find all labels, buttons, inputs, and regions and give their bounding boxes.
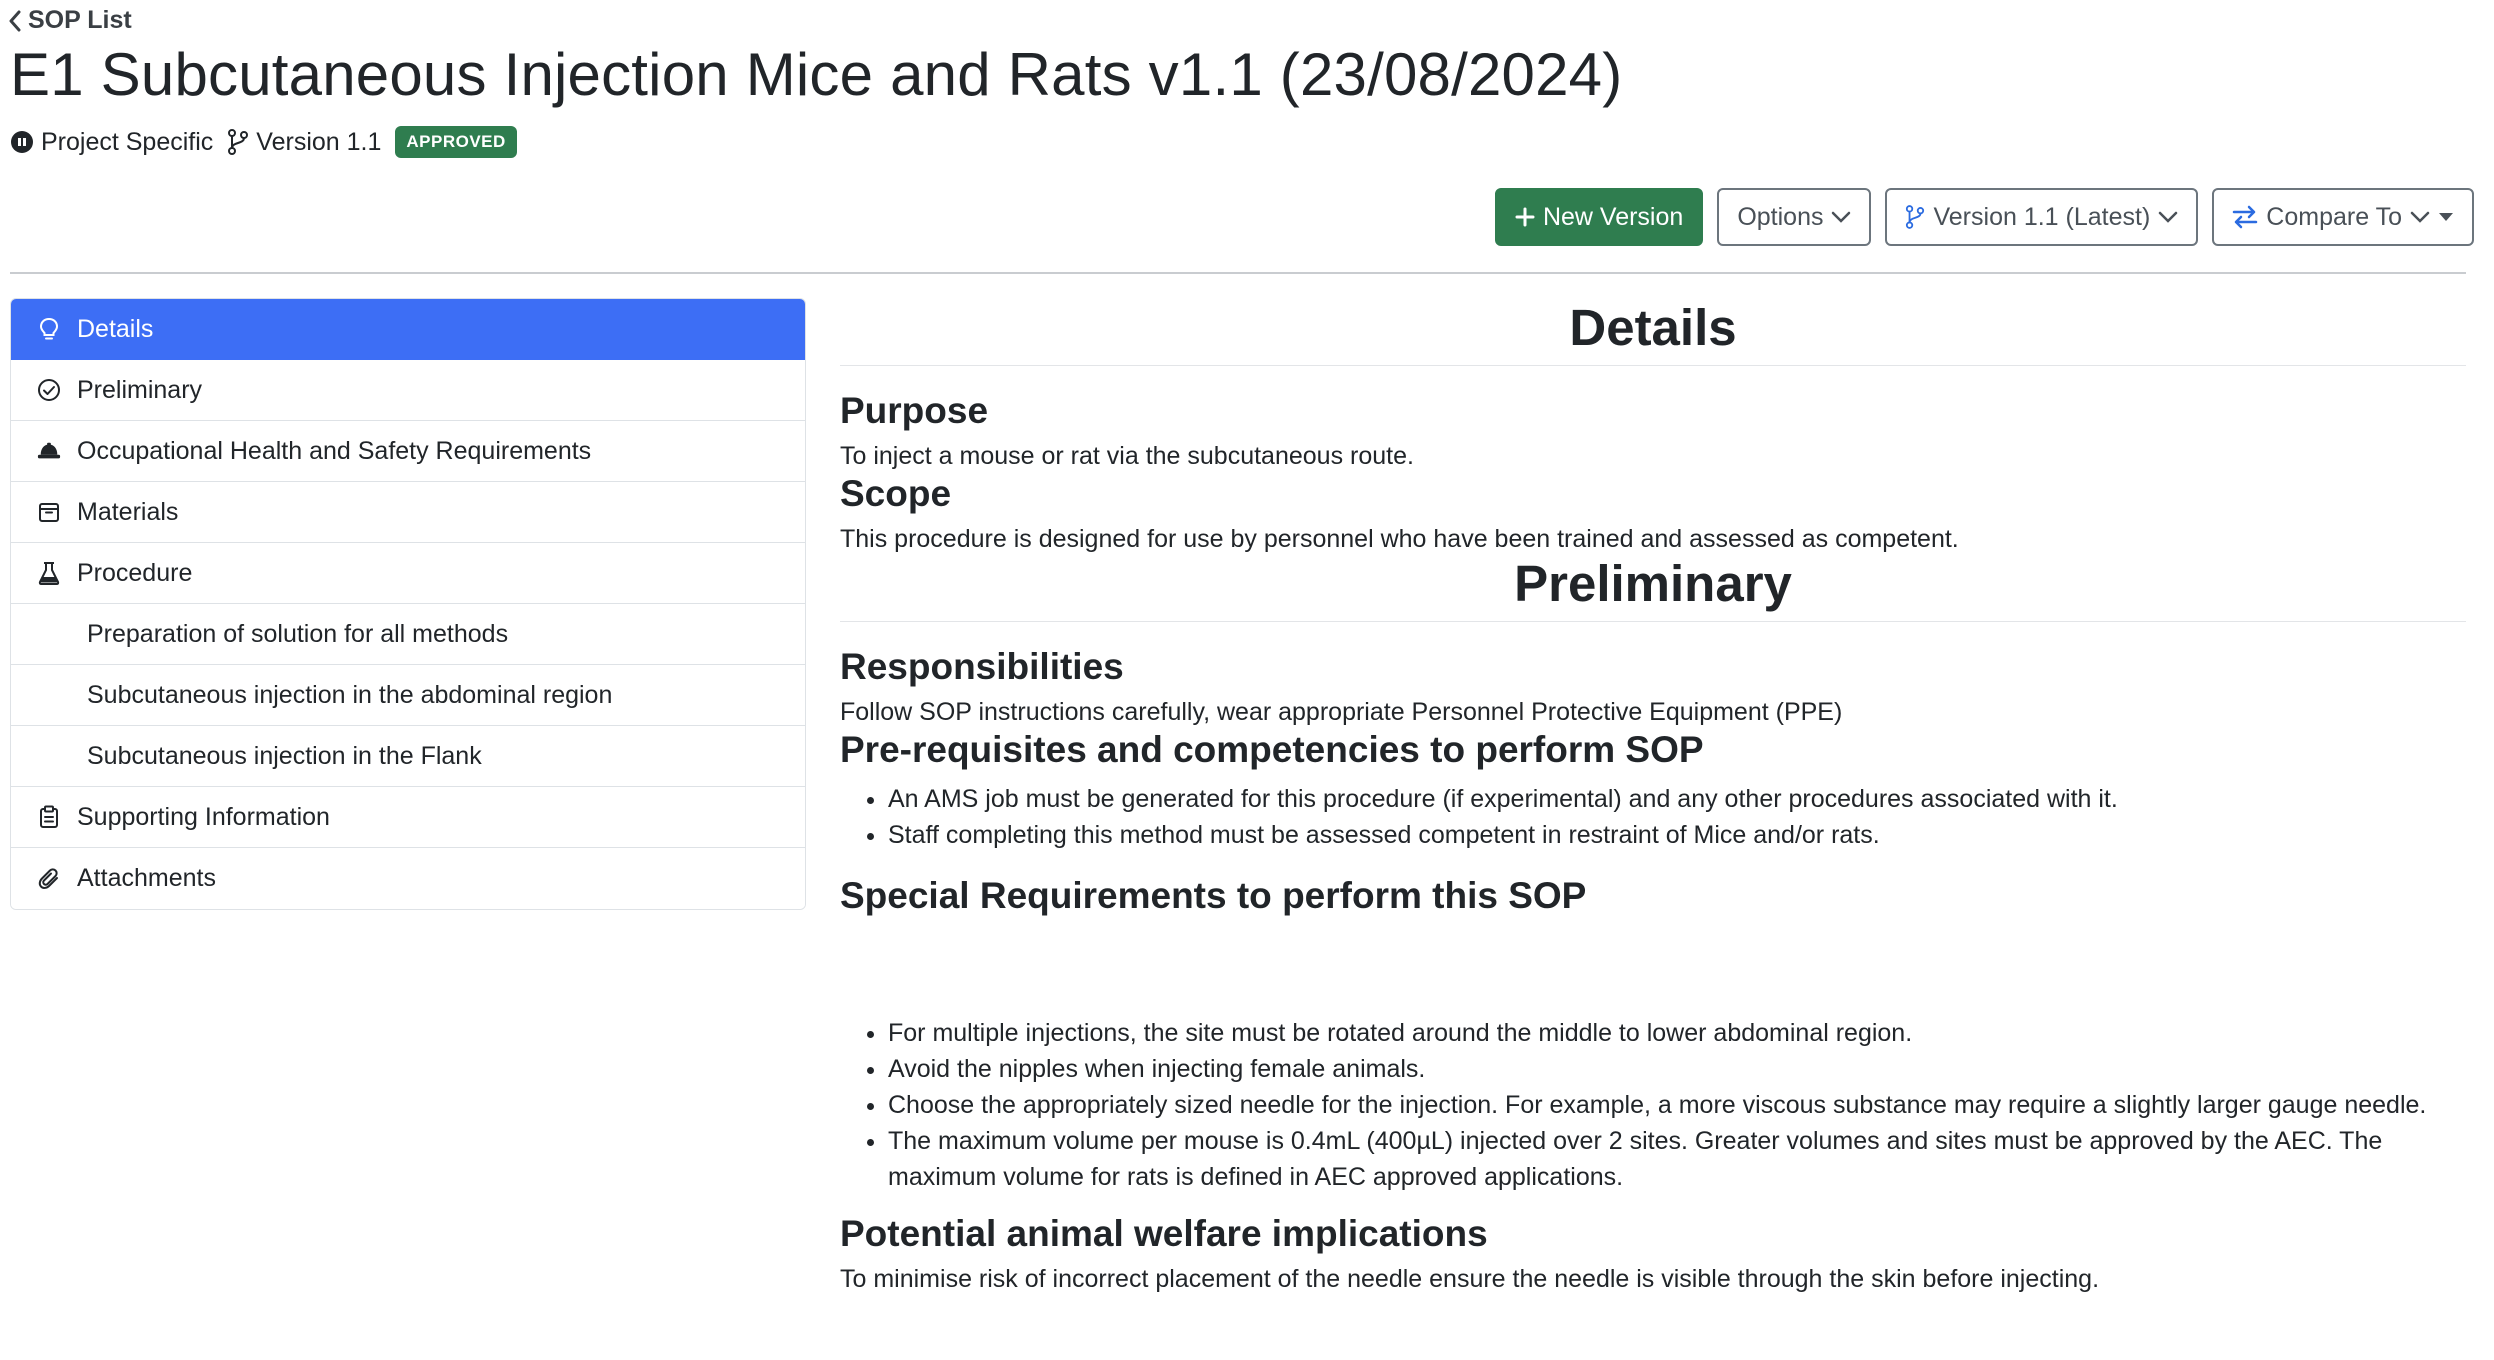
sidebar-item-label: Preparation of solution for all methods bbox=[87, 619, 509, 648]
back-to-sop-list-link[interactable]: SOP List bbox=[8, 6, 132, 35]
caret-down-icon bbox=[2439, 213, 2453, 221]
compare-to-dropdown[interactable]: Compare To bbox=[2212, 188, 2474, 246]
new-version-button[interactable]: New Version bbox=[1494, 188, 1704, 246]
compare-to-label: Compare To bbox=[2266, 202, 2402, 231]
sidebar-item-label: Occupational Health and Safety Requireme… bbox=[77, 436, 592, 465]
sidebar-item-label: Attachments bbox=[77, 864, 216, 892]
list-item: Avoid the nipples when injecting female … bbox=[888, 1051, 2466, 1087]
status-badge: APPROVED bbox=[395, 126, 517, 158]
plus-icon bbox=[1515, 207, 1535, 227]
details-section-title: Details bbox=[840, 298, 2466, 366]
git-branch-icon bbox=[228, 129, 249, 155]
chevron-down-icon bbox=[2159, 211, 2178, 223]
sidebar-item-label: Supporting Information bbox=[77, 802, 330, 831]
version-select-dropdown[interactable]: Version 1.1 (Latest) bbox=[1885, 188, 2199, 246]
category-label: Project Specific bbox=[41, 127, 214, 156]
version-tag: Version 1.1 bbox=[227, 128, 381, 157]
sidebar-item-label: Details bbox=[77, 314, 154, 343]
section-nav: Details Preliminary Occupational Health … bbox=[10, 298, 806, 910]
chevron-down-icon bbox=[2410, 211, 2430, 223]
purpose-text: To inject a mouse or rat via the subcuta… bbox=[840, 442, 1414, 470]
list-item: An AMS job must be generated for this pr… bbox=[888, 781, 2466, 817]
sidebar-item-materials[interactable]: Materials bbox=[11, 482, 805, 543]
sidebar-item-label: Subcutaneous injection in the Flank bbox=[87, 741, 482, 770]
sidebar-item-label: Subcutaneous injection in the abdominal … bbox=[87, 680, 613, 709]
flask-icon bbox=[37, 561, 61, 585]
sidebar-item-attachments[interactable]: Attachments bbox=[11, 848, 805, 909]
scope-text: This procedure is designed for use by pe… bbox=[840, 525, 1959, 553]
responsibilities-heading: Responsibilities bbox=[840, 646, 1124, 687]
sidebar-item-abdominal-injection[interactable]: Subcutaneous injection in the abdominal … bbox=[11, 665, 805, 726]
options-dropdown[interactable]: Options bbox=[1717, 188, 1872, 246]
preliminary-section-title: Preliminary bbox=[840, 554, 2466, 622]
list-item: For multiple injections, the site must b… bbox=[888, 1015, 2466, 1051]
paperclip-icon bbox=[37, 867, 61, 891]
welfare-heading: Potential animal welfare implications bbox=[840, 1213, 1488, 1254]
page-title: E1 Subcutaneous Injection Mice and Rats … bbox=[10, 41, 1623, 108]
git-branch-icon bbox=[1906, 205, 1925, 229]
lightbulb-icon bbox=[37, 317, 61, 341]
swap-arrows-icon bbox=[2233, 205, 2258, 229]
sop-page: SOP List E1 Subcutaneous Injection Mice … bbox=[0, 0, 2494, 1360]
project-icon bbox=[11, 131, 33, 153]
sidebar-item-flank-injection[interactable]: Subcutaneous injection in the Flank bbox=[11, 726, 805, 787]
purpose-heading: Purpose bbox=[840, 390, 989, 431]
version-select-label: Version 1.1 (Latest) bbox=[1933, 202, 2151, 231]
back-link-label: SOP List bbox=[28, 6, 132, 34]
sop-content: Details Purpose To inject a mouse or rat… bbox=[840, 298, 2466, 1294]
toolbar: New Version Options Version 1.1 (Latest)… bbox=[1494, 188, 2474, 246]
special-requirements-heading: Special Requirements to perform this SOP bbox=[840, 875, 1587, 916]
scope-heading: Scope bbox=[840, 473, 952, 514]
chevron-left-icon bbox=[9, 10, 21, 31]
sidebar-item-label: Materials bbox=[77, 497, 179, 526]
sidebar-item-procedure[interactable]: Procedure bbox=[11, 543, 805, 604]
sidebar-item-preliminary[interactable]: Preliminary bbox=[11, 360, 805, 421]
category-tag: Project Specific bbox=[10, 128, 213, 157]
sidebar-item-ohs[interactable]: Occupational Health and Safety Requireme… bbox=[11, 421, 805, 482]
header-divider bbox=[10, 272, 2466, 274]
welfare-text: To minimise risk of incorrect placement … bbox=[840, 1265, 2100, 1293]
sidebar-item-details[interactable]: Details bbox=[11, 299, 805, 360]
hard-hat-icon bbox=[37, 439, 61, 463]
version-label: Version 1.1 bbox=[256, 127, 382, 156]
clipboard-icon bbox=[37, 805, 61, 829]
options-label: Options bbox=[1737, 202, 1824, 231]
sidebar-item-supporting-information[interactable]: Supporting Information bbox=[11, 787, 805, 848]
box-icon bbox=[37, 500, 61, 524]
list-item: Staff completing this method must be ass… bbox=[888, 817, 2466, 853]
chevron-down-icon bbox=[1832, 211, 1851, 223]
new-version-label: New Version bbox=[1542, 202, 1684, 231]
responsibilities-text: Follow SOP instructions carefully, wear … bbox=[840, 698, 1843, 726]
sidebar-item-preparation[interactable]: Preparation of solution for all methods bbox=[11, 604, 805, 665]
sidebar-item-label: Preliminary bbox=[77, 375, 203, 404]
list-item: The maximum volume per mouse is 0.4mL (4… bbox=[888, 1123, 2466, 1195]
sidebar-item-label: Procedure bbox=[77, 558, 193, 587]
list-item: Choose the appropriately sized needle fo… bbox=[888, 1087, 2466, 1123]
prerequisites-list: An AMS job must be generated for this pr… bbox=[840, 781, 2466, 853]
sop-meta: Project Specific Version 1.1 APPROVED bbox=[10, 126, 517, 158]
special-requirements-list: For multiple injections, the site must b… bbox=[840, 1015, 2466, 1195]
check-circle-icon bbox=[37, 378, 61, 402]
prerequisites-heading: Pre-requisites and competencies to perfo… bbox=[840, 729, 1704, 770]
